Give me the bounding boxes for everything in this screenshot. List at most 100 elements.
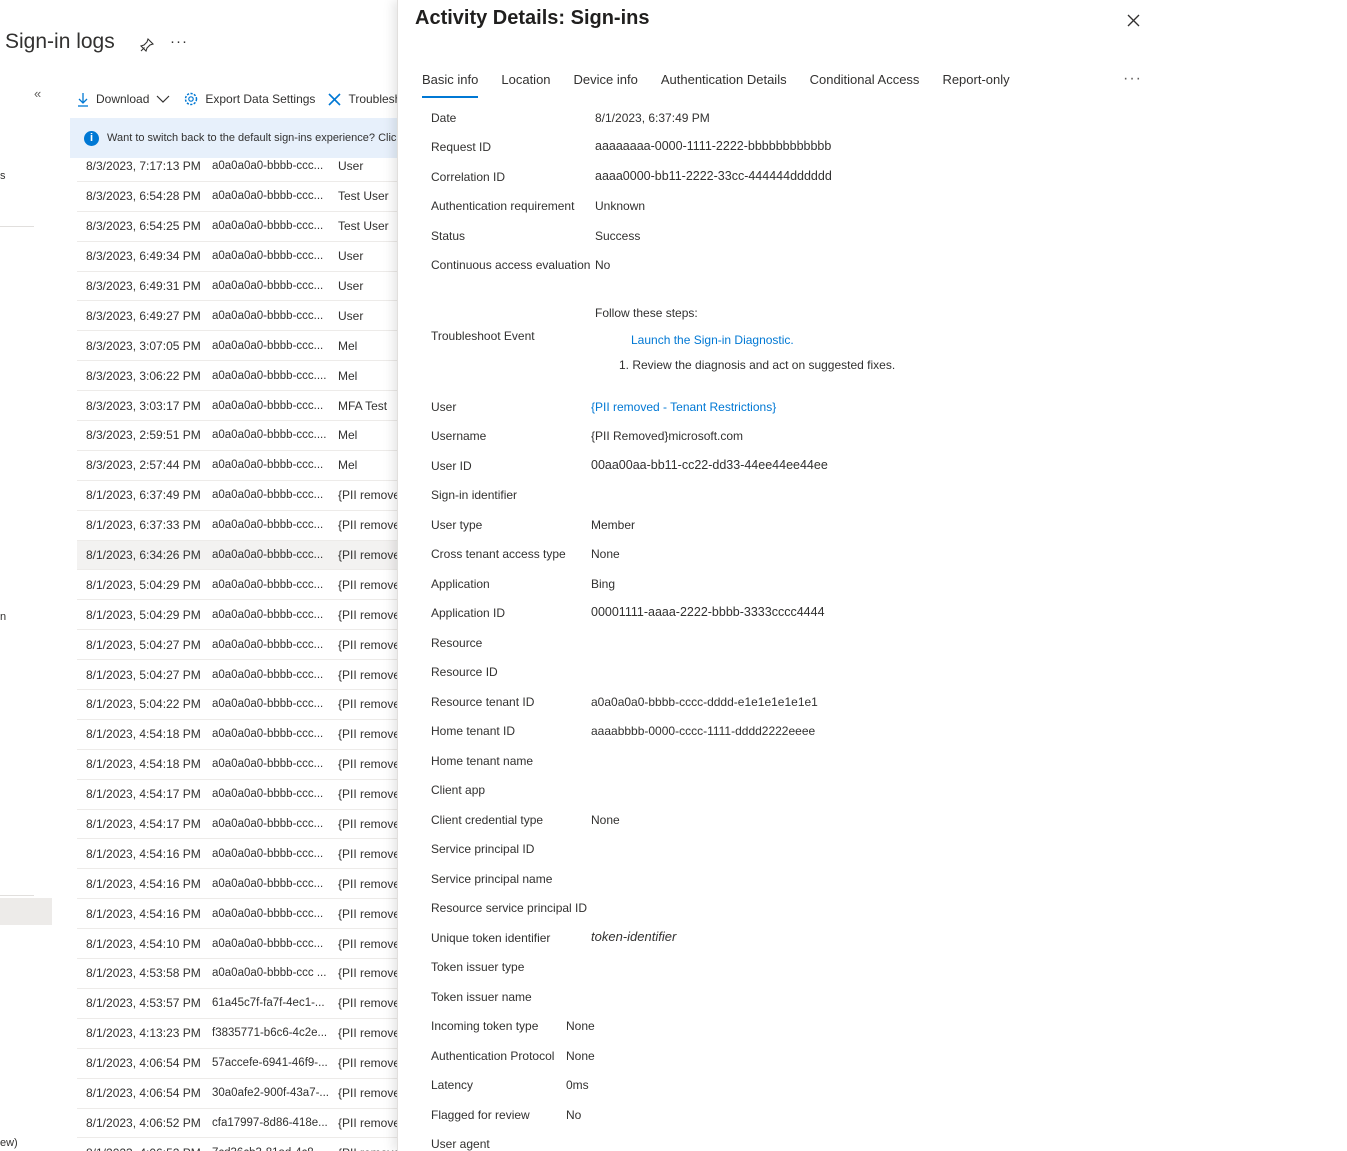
date-value: 8/1/2023, 6:37:49 PM (595, 111, 710, 125)
log-user: User (338, 279, 364, 293)
table-row[interactable]: 8/3/2023, 2:57:44 PM a0a0a0a0-bbbb-ccc...… (77, 451, 398, 481)
log-user: {PII remove (338, 1115, 398, 1130)
table-row[interactable]: 8/1/2023, 6:34:26 PM a0a0a0a0-bbbb-ccc...… (77, 540, 398, 571)
user-link[interactable]: {PII removed - Tenant Restrictions} (591, 400, 776, 414)
latency-label: Latency (431, 1078, 474, 1092)
table-row[interactable]: 8/1/2023, 4:54:17 PM a0a0a0a0-bbbb-ccc...… (77, 780, 398, 810)
application-id-value: 00001111-aaaa-2222-bbbb-3333cccc4444 (591, 605, 825, 619)
tab-authentication-details[interactable]: Authentication Details (661, 72, 787, 98)
more-tabs-icon[interactable]: ··· (1123, 70, 1142, 88)
collapse-icon[interactable]: « (34, 86, 41, 101)
left-nav-selected-item[interactable] (0, 898, 52, 925)
log-date: 8/1/2023, 4:54:16 PM (86, 876, 201, 891)
table-row[interactable]: 8/3/2023, 3:03:17 PM a0a0a0a0-bbbb-ccc...… (77, 391, 398, 422)
table-row[interactable]: 8/1/2023, 4:54:16 PM a0a0a0a0-bbbb-ccc...… (77, 839, 398, 870)
table-row[interactable]: 8/1/2023, 5:04:27 PM a0a0a0a0-bbbb-ccc...… (77, 630, 398, 661)
log-request-id: 57accefe-6941-46f9-... (212, 1057, 328, 1070)
download-button[interactable]: Download (76, 92, 171, 107)
log-user: {PII remove (338, 966, 398, 981)
table-row[interactable]: 8/1/2023, 5:04:29 PM a0a0a0a0-bbbb-ccc...… (77, 600, 398, 631)
table-row[interactable]: 8/1/2023, 4:06:54 PM 30a0afe2-900f-43a7-.… (77, 1079, 398, 1109)
log-date: 8/1/2023, 6:37:49 PM (86, 488, 201, 503)
log-date: 8/3/2023, 3:06:22 PM (86, 368, 201, 383)
table-row[interactable]: 8/3/2023, 6:49:34 PM a0a0a0a0-bbbb-ccc...… (77, 242, 398, 272)
log-request-id: a0a0a0a0-bbbb-ccc... (212, 668, 324, 681)
log-request-id: a0a0a0a0-bbbb-ccc... (212, 549, 324, 562)
log-date: 8/3/2023, 2:59:51 PM (86, 428, 201, 443)
table-row[interactable]: 8/1/2023, 4:54:10 PM a0a0a0a0-bbbb-ccc...… (77, 929, 398, 960)
table-row[interactable]: 8/3/2023, 6:49:31 PM a0a0a0a0-bbbb-ccc...… (77, 272, 398, 302)
tab-basic-info[interactable]: Basic info (422, 72, 479, 98)
table-row[interactable]: 8/3/2023, 6:54:28 PM a0a0a0a0-bbbb-ccc...… (77, 182, 398, 212)
table-row[interactable]: 8/1/2023, 5:04:27 PM a0a0a0a0-bbbb-ccc...… (77, 660, 398, 691)
launch-sign-in-diagnostic-link[interactable]: Launch the Sign-in Diagnostic. (631, 333, 794, 347)
log-request-id: a0a0a0a0-bbbb-ccc ... (212, 967, 327, 980)
table-row[interactable]: 8/1/2023, 4:13:23 PM f3835771-b6c6-4c2e..… (77, 1019, 398, 1049)
user-agent-label: User agent (431, 1137, 490, 1151)
table-row[interactable]: 8/1/2023, 6:37:33 PM a0a0a0a0-bbbb-ccc...… (77, 511, 398, 541)
log-user: Test User (338, 189, 389, 204)
table-row[interactable]: 8/3/2023, 3:07:05 PM a0a0a0a0-bbbb-ccc...… (77, 331, 398, 362)
close-icon[interactable] (1125, 12, 1142, 29)
table-row[interactable]: 8/3/2023, 7:17:13 PM a0a0a0a0-bbbb-ccc...… (77, 152, 398, 182)
table-row[interactable]: 8/1/2023, 6:37:49 PM a0a0a0a0-bbbb-ccc...… (77, 481, 398, 511)
table-row[interactable]: 8/1/2023, 4:54:16 PM a0a0a0a0-bbbb-ccc...… (77, 899, 398, 930)
resource-tenant-id-label: Resource tenant ID (431, 695, 535, 709)
tab-location[interactable]: Location (501, 72, 550, 98)
troubleshoot-button[interactable]: Troublesh (327, 92, 398, 107)
table-row[interactable]: 8/1/2023, 4:06:54 PM 57accefe-6941-46f9-.… (77, 1049, 398, 1079)
table-row[interactable]: 8/1/2023, 4:54:18 PM a0a0a0a0-bbbb-ccc...… (77, 720, 398, 750)
table-row[interactable]: 8/1/2023, 4:54:18 PM a0a0a0a0-bbbb-ccc...… (77, 750, 398, 780)
log-date: 8/1/2023, 4:54:10 PM (86, 936, 201, 951)
tab-conditional-access[interactable]: Conditional Access (810, 72, 920, 98)
log-date: 8/1/2023, 4:54:17 PM (86, 787, 201, 802)
log-request-id: a0a0a0a0-bbbb-ccc.... (212, 369, 327, 382)
log-request-id: a0a0a0a0-bbbb-ccc.... (212, 429, 327, 442)
banner-text[interactable]: Want to switch back to the default sign-… (107, 132, 398, 144)
export-label: Export Data Settings (205, 92, 316, 106)
pin-icon[interactable] (139, 37, 155, 53)
log-user: {PII remove (338, 876, 398, 891)
download-label: Download (96, 92, 150, 106)
table-row[interactable]: 8/1/2023, 5:04:22 PM a0a0a0a0-bbbb-ccc...… (77, 690, 398, 720)
client-credential-type-value: None (591, 813, 620, 827)
more-options-icon[interactable]: ··· (170, 33, 188, 50)
table-row[interactable]: 8/1/2023, 4:06:52 PM cfa17997-8d86-418e..… (77, 1109, 398, 1139)
table-row[interactable]: 8/1/2023, 4:06:52 PM7cd36cb3-81ad-4c8...… (77, 1138, 398, 1151)
log-user: {PII remove (338, 1146, 398, 1151)
log-request-id: f3835771-b6c6-4c2e... (212, 1027, 328, 1040)
table-row[interactable]: 8/1/2023, 4:54:17 PM a0a0a0a0-bbbb-ccc...… (77, 810, 398, 840)
log-user: {PII remove (338, 667, 398, 682)
table-row[interactable]: 8/3/2023, 3:06:22 PM a0a0a0a0-bbbb-ccc...… (77, 361, 398, 392)
table-row[interactable]: 8/3/2023, 6:49:27 PM a0a0a0a0-bbbb-ccc...… (77, 301, 398, 332)
log-request-id: 7cd36cb3-81ad-4c8... (212, 1147, 338, 1151)
panel-title: Activity Details: Sign-ins (415, 7, 650, 29)
page-title: Sign-in logs (5, 30, 115, 53)
log-date: 8/3/2023, 3:03:17 PM (86, 398, 201, 413)
tab-report-only[interactable]: Report-only (942, 72, 1009, 98)
table-row[interactable]: 8/1/2023, 4:54:16 PM a0a0a0a0-bbbb-ccc...… (77, 869, 398, 900)
log-request-id: a0a0a0a0-bbbb-ccc... (212, 907, 324, 920)
log-user: {PII remove (338, 1026, 398, 1041)
flagged-for-review-value: No (566, 1108, 582, 1122)
sign-in-identifier-label: Sign-in identifier (431, 488, 518, 502)
log-user: {PII remove (338, 727, 398, 742)
log-user: {PII remove (338, 548, 398, 563)
unique-token-label: Unique token identifier (431, 931, 551, 945)
flagged-for-review-label: Flagged for review (431, 1108, 530, 1122)
table-row[interactable]: 8/1/2023, 4:53:58 PM a0a0a0a0-bbbb-ccc ..… (77, 959, 398, 989)
table-row[interactable]: 8/1/2023, 4:53:57 PM 61a45c7f-fa7f-4ec1-.… (77, 989, 398, 1019)
log-user: {PII remove (338, 757, 398, 772)
export-data-settings-button[interactable]: Export Data Settings (183, 91, 315, 107)
divider (0, 895, 34, 896)
left-nav-fragment: n (0, 611, 7, 623)
auth-protocol-label: Authentication Protocol (431, 1049, 555, 1063)
log-user: {PII remove (338, 846, 398, 861)
table-row[interactable]: 8/1/2023, 5:04:29 PM a0a0a0a0-bbbb-ccc...… (77, 570, 398, 601)
token-issuer-type-label: Token issuer type (431, 960, 525, 974)
sign-in-logs-page: Sign-in logs ··· « s n ew) Download Expo… (0, 0, 398, 1151)
table-row[interactable]: 8/3/2023, 6:54:25 PM a0a0a0a0-bbbb-ccc...… (77, 212, 398, 242)
table-row[interactable]: 8/3/2023, 2:59:51 PM a0a0a0a0-bbbb-ccc...… (77, 421, 398, 451)
tab-device-info[interactable]: Device info (574, 72, 638, 98)
correlation-id-value: aaaa0000-bb11-2222-33cc-444444dddddd (595, 169, 832, 183)
